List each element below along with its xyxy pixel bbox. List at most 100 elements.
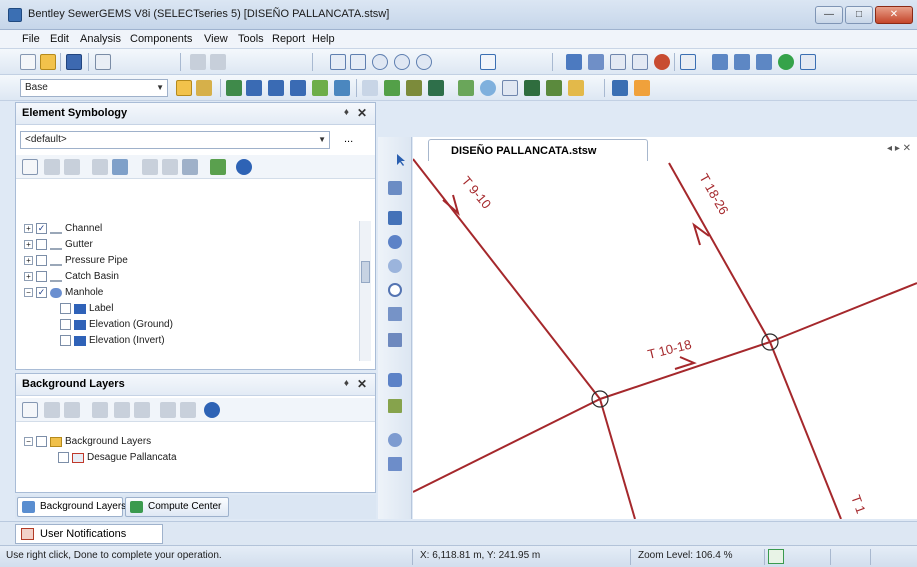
- transform-icon[interactable]: [612, 80, 628, 96]
- tab-document[interactable]: DISEÑO PALLANCATA.stsw: [428, 139, 648, 161]
- tab-navigation[interactable]: ◂ ▸ ✕: [887, 143, 911, 154]
- move-down-icon[interactable]: [162, 159, 178, 175]
- scrollbar-thumb[interactable]: [361, 261, 370, 283]
- redo-icon[interactable]: [210, 54, 226, 70]
- checkbox[interactable]: [60, 319, 71, 330]
- delete-icon[interactable]: [44, 159, 60, 175]
- zoom-extents-icon[interactable]: [330, 54, 346, 70]
- conduit-t-9-10[interactable]: [413, 158, 601, 400]
- filter-icon[interactable]: [160, 402, 176, 418]
- maximize-button[interactable]: □: [845, 6, 873, 24]
- menu-file[interactable]: File: [22, 33, 40, 45]
- terrain-icon[interactable]: [546, 80, 562, 96]
- checkbox[interactable]: [60, 303, 71, 314]
- delete-icon[interactable]: [44, 402, 60, 418]
- scenarios-icon[interactable]: [176, 80, 192, 96]
- tree-item-channel[interactable]: + ✓ Channel: [24, 223, 102, 238]
- menu-report[interactable]: Report: [272, 33, 305, 45]
- wet-well-tool-icon[interactable]: [388, 399, 402, 413]
- help-icon[interactable]: [236, 159, 252, 175]
- zoom-in-icon[interactable]: [372, 54, 388, 70]
- zoom-out-icon[interactable]: [394, 54, 410, 70]
- close-icon[interactable]: ✕: [357, 106, 367, 120]
- menu-tools[interactable]: Tools: [238, 33, 264, 45]
- collapse-icon[interactable]: −: [24, 288, 33, 297]
- conduit-t-10-down[interactable]: [599, 398, 636, 519]
- layout-link-icon[interactable]: [388, 181, 402, 195]
- network-navigator-icon[interactable]: [406, 80, 422, 96]
- symbology-profile-combo[interactable]: <default> ▼: [20, 131, 330, 149]
- zoom-center-icon[interactable]: [458, 80, 474, 96]
- close-button[interactable]: ✕: [875, 6, 913, 24]
- prototypes-icon[interactable]: [290, 80, 306, 96]
- alternatives-icon[interactable]: [196, 80, 212, 96]
- calc-options-icon[interactable]: [226, 80, 242, 96]
- junction-tool-icon[interactable]: [388, 283, 402, 297]
- sketch-tool-icon[interactable]: [388, 457, 402, 471]
- new-icon[interactable]: [22, 402, 38, 418]
- pan-icon[interactable]: [480, 54, 496, 70]
- report-icon[interactable]: [734, 54, 750, 70]
- graphs-icon[interactable]: [610, 54, 626, 70]
- tap-tool-icon[interactable]: [388, 433, 402, 447]
- outfall-tool-icon[interactable]: [388, 333, 402, 347]
- pin-icon[interactable]: ♦: [344, 378, 349, 389]
- tab-background-layers[interactable]: Background Layers: [17, 497, 126, 517]
- tree-scrollbar[interactable]: [359, 221, 371, 361]
- zoom-previous-icon[interactable]: [416, 54, 432, 70]
- checkbox[interactable]: [60, 335, 71, 346]
- collapse-icon[interactable]: −: [24, 437, 33, 446]
- filter-remove-icon[interactable]: [180, 402, 196, 418]
- menu-view[interactable]: View: [204, 33, 228, 45]
- table-icon[interactable]: [756, 54, 772, 70]
- pump-tool-icon[interactable]: [388, 373, 402, 387]
- manhole-tool-icon[interactable]: [388, 235, 402, 249]
- checkbox[interactable]: [36, 239, 47, 250]
- checkbox[interactable]: ✓: [36, 223, 47, 234]
- query-icon[interactable]: [384, 80, 400, 96]
- profiles-icon[interactable]: [588, 54, 604, 70]
- selection-sets-icon[interactable]: [362, 80, 378, 96]
- menu-edit[interactable]: Edit: [50, 33, 69, 45]
- rename-icon[interactable]: [64, 402, 80, 418]
- engineering-libraries-icon[interactable]: [312, 80, 328, 96]
- tree-item-label-annotation[interactable]: Label: [60, 303, 113, 318]
- calculator-icon[interactable]: [632, 54, 648, 70]
- window-icon[interactable]: [800, 54, 816, 70]
- user-data-icon[interactable]: [502, 80, 518, 96]
- new-icon[interactable]: [20, 54, 36, 70]
- properties-icon[interactable]: [268, 80, 284, 96]
- external-tools-icon[interactable]: [428, 80, 444, 96]
- zoom-window-icon[interactable]: [350, 54, 366, 70]
- move-down-icon[interactable]: [134, 402, 150, 418]
- checkbox[interactable]: ✓: [36, 287, 47, 298]
- catch-basin-tool-icon[interactable]: [388, 259, 402, 273]
- checkbox[interactable]: [58, 452, 69, 463]
- layout-icon[interactable]: [680, 54, 696, 70]
- open-folder-icon[interactable]: [40, 54, 56, 70]
- checkbox[interactable]: [36, 271, 47, 282]
- patterns-icon[interactable]: [334, 80, 350, 96]
- expand-icon[interactable]: +: [24, 240, 33, 249]
- print-icon[interactable]: [95, 54, 111, 70]
- more-button[interactable]: ...: [344, 133, 353, 145]
- move-up-icon[interactable]: [114, 402, 130, 418]
- tree-item-elevation-invert[interactable]: Elevation (Invert): [60, 335, 165, 350]
- rss-icon[interactable]: [634, 80, 650, 96]
- find-element-icon[interactable]: [480, 80, 496, 96]
- tree-item-pressure-pipe[interactable]: + Pressure Pipe: [24, 255, 128, 270]
- menu-components[interactable]: Components: [130, 33, 192, 45]
- calc-status-icon[interactable]: [768, 549, 784, 564]
- tab-compute-center[interactable]: Compute Center: [125, 497, 229, 517]
- edit-icon[interactable]: [92, 159, 108, 175]
- checkbox[interactable]: [36, 436, 47, 447]
- expand-icon[interactable]: +: [24, 256, 33, 265]
- add-icon[interactable]: [112, 159, 128, 175]
- expand-icon[interactable]: +: [24, 272, 33, 281]
- select-icon[interactable]: [388, 153, 405, 167]
- tab-user-notifications[interactable]: User Notifications: [15, 524, 163, 544]
- label-icon[interactable]: [568, 80, 584, 96]
- go-icon[interactable]: [778, 54, 794, 70]
- pin-icon[interactable]: ♦: [344, 107, 349, 118]
- help-icon[interactable]: [204, 402, 220, 418]
